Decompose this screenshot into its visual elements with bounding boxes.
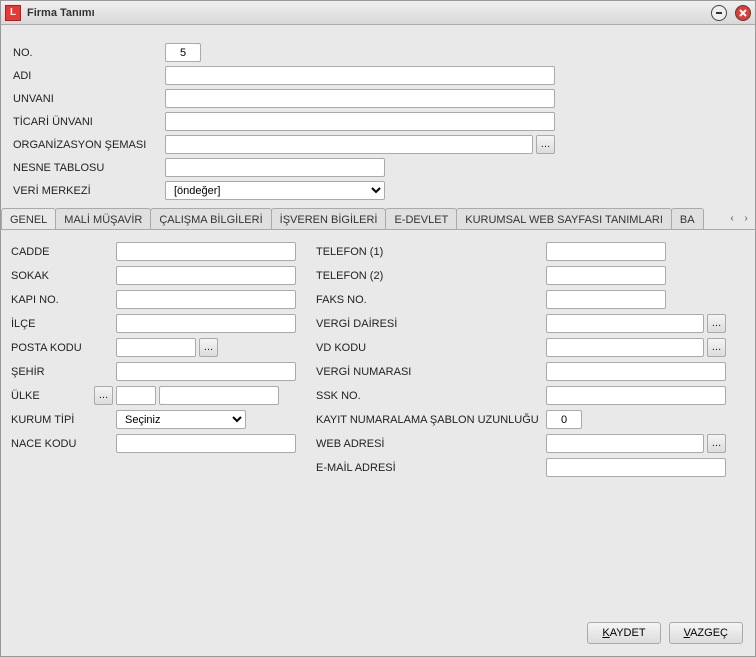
tab-scroll-left-icon[interactable]: ‹ bbox=[725, 212, 739, 226]
window-title: Firma Tanımı bbox=[27, 7, 703, 19]
vergi-dairesi-field[interactable] bbox=[546, 314, 704, 333]
label-faks-no: FAKS NO. bbox=[316, 294, 546, 306]
label-sokak: SOKAK bbox=[11, 270, 116, 282]
dialog-footer: KAYDET VAZGEÇ bbox=[1, 614, 755, 656]
nesne-tablosu-field[interactable] bbox=[165, 158, 385, 177]
label-telefon2: TELEFON (2) bbox=[316, 270, 546, 282]
label-vergi-numarasi: VERGİ NUMARASI bbox=[316, 366, 546, 378]
sokak-field[interactable] bbox=[116, 266, 296, 285]
general-left-column: CADDE SOKAK KAPI NO. İLÇE POSTA KODU … Ş… bbox=[11, 242, 296, 453]
ssk-no-field[interactable] bbox=[546, 386, 726, 405]
veri-merkezi-select[interactable]: [öndeğer] bbox=[165, 181, 385, 200]
adi-field[interactable] bbox=[165, 66, 555, 85]
unvani-field[interactable] bbox=[165, 89, 555, 108]
minimize-icon[interactable] bbox=[711, 5, 727, 21]
label-unvani: UNVANI bbox=[13, 93, 165, 105]
telefon2-field[interactable] bbox=[546, 266, 666, 285]
email-adresi-field[interactable] bbox=[546, 458, 726, 477]
sehir-field[interactable] bbox=[116, 362, 296, 381]
vergi-numarasi-field[interactable] bbox=[546, 362, 726, 381]
tab-genel[interactable]: GENEL bbox=[1, 208, 56, 229]
tab-content-genel: CADDE SOKAK KAPI NO. İLÇE POSTA KODU … Ş… bbox=[1, 230, 755, 614]
label-veri-merkezi: VERİ MERKEZİ bbox=[13, 185, 165, 197]
nace-kodu-field[interactable] bbox=[116, 434, 296, 453]
close-icon[interactable] bbox=[735, 5, 751, 21]
vazgec-button[interactable]: VAZGEÇ bbox=[669, 622, 743, 644]
web-adresi-browse-button[interactable]: … bbox=[707, 434, 726, 453]
tab-e-devlet[interactable]: E-DEVLET bbox=[385, 208, 457, 229]
ulke-browse-button[interactable]: … bbox=[94, 386, 113, 405]
faks-no-field[interactable] bbox=[546, 290, 666, 309]
app-icon: L bbox=[5, 5, 21, 21]
label-posta-kodu: POSTA KODU bbox=[11, 342, 116, 354]
label-ssk-no: SSK NO. bbox=[316, 390, 546, 402]
label-cadde: CADDE bbox=[11, 246, 116, 258]
vd-kodu-browse-button[interactable]: … bbox=[707, 338, 726, 357]
tab-isveren-bilgileri[interactable]: İŞVEREN BİGİLERİ bbox=[271, 208, 387, 229]
org-semasi-field[interactable] bbox=[165, 135, 533, 154]
kayit-sablon-field[interactable] bbox=[546, 410, 582, 429]
label-kayit-sablon: KAYIT NUMARALAMA ŞABLON UZUNLUĞU bbox=[316, 414, 546, 426]
posta-kodu-field[interactable] bbox=[116, 338, 196, 357]
tab-kurumsal-web[interactable]: KURUMSAL WEB SAYFASI TANIMLARI bbox=[456, 208, 672, 229]
label-kurum-tipi: KURUM TİPİ bbox=[11, 414, 116, 426]
label-kapi-no: KAPI NO. bbox=[11, 294, 116, 306]
titlebar: L Firma Tanımı bbox=[1, 1, 755, 25]
label-org-semasi: ORGANİZASYON ŞEMASI bbox=[13, 139, 165, 151]
web-adresi-field[interactable] bbox=[546, 434, 704, 453]
ilce-field[interactable] bbox=[116, 314, 296, 333]
label-ilce: İLÇE bbox=[11, 318, 116, 330]
label-web-adresi: WEB ADRESİ bbox=[316, 438, 546, 450]
vergi-dairesi-browse-button[interactable]: … bbox=[707, 314, 726, 333]
window-firma-tanimi: L Firma Tanımı NO. ADI UNVANI TİCARİ ÜNV… bbox=[0, 0, 756, 657]
kaydet-button[interactable]: KAYDET bbox=[587, 622, 660, 644]
header-form: NO. ADI UNVANI TİCARİ ÜNVANI ORGANİZASYO… bbox=[1, 25, 755, 208]
no-field[interactable] bbox=[165, 43, 201, 62]
label-vergi-dairesi: VERGİ DAİRESİ bbox=[316, 318, 546, 330]
org-semasi-browse-button[interactable]: … bbox=[536, 135, 555, 154]
general-right-column: TELEFON (1) TELEFON (2) FAKS NO. VERGİ D… bbox=[316, 242, 726, 477]
label-nace-kodu: NACE KODU bbox=[11, 438, 116, 450]
label-sehir: ŞEHİR bbox=[11, 366, 116, 378]
tab-scroll-right-icon[interactable]: › bbox=[739, 212, 753, 226]
cadde-field[interactable] bbox=[116, 242, 296, 261]
ticari-unvani-field[interactable] bbox=[165, 112, 555, 131]
posta-kodu-browse-button[interactable]: … bbox=[199, 338, 218, 357]
label-no: NO. bbox=[13, 47, 165, 59]
label-adi: ADI bbox=[13, 70, 165, 82]
kapi-no-field[interactable] bbox=[116, 290, 296, 309]
label-nesne-tablosu: NESNE TABLOSU bbox=[13, 162, 165, 174]
kurum-tipi-select[interactable]: Seçiniz bbox=[116, 410, 246, 429]
tab-scroll: ‹ › bbox=[723, 208, 755, 229]
ulke-code-field[interactable] bbox=[116, 386, 156, 405]
label-email-adresi: E-MAİL ADRESİ bbox=[316, 462, 546, 474]
label-vd-kodu: VD KODU bbox=[316, 342, 546, 354]
tab-mali-musavir[interactable]: MALİ MÜŞAVİR bbox=[55, 208, 151, 229]
vd-kodu-field[interactable] bbox=[546, 338, 704, 357]
label-ticari-unvani: TİCARİ ÜNVANI bbox=[13, 116, 165, 128]
label-telefon1: TELEFON (1) bbox=[316, 246, 546, 258]
tab-ba-partial[interactable]: BA bbox=[671, 208, 704, 229]
tab-calisma-bilgileri[interactable]: ÇALIŞMA BİLGİLERİ bbox=[150, 208, 271, 229]
telefon1-field[interactable] bbox=[546, 242, 666, 261]
ulke-name-field[interactable] bbox=[159, 386, 279, 405]
tabbar: GENEL MALİ MÜŞAVİR ÇALIŞMA BİLGİLERİ İŞV… bbox=[1, 208, 755, 230]
